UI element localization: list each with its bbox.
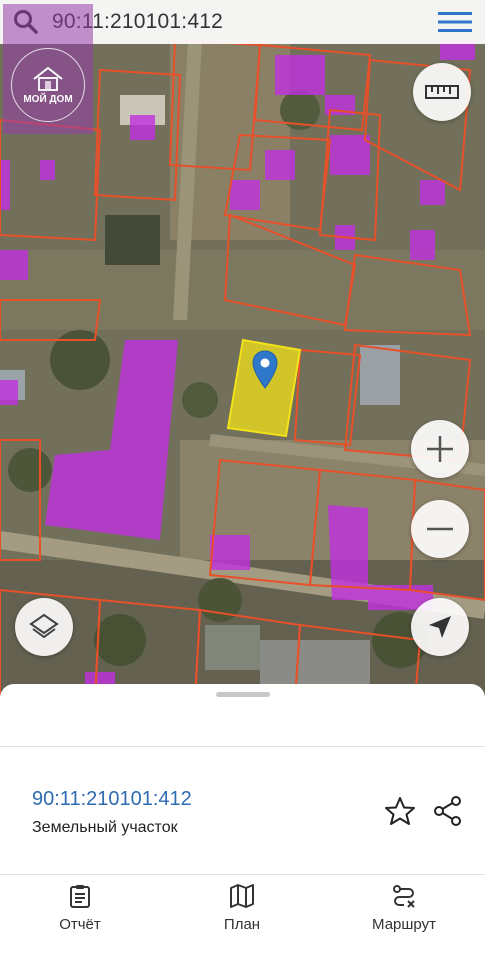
tabs-divider bbox=[0, 874, 485, 875]
cadastral-search-field[interactable]: 90:11:210101:412 bbox=[52, 10, 425, 34]
hamburger-menu-icon bbox=[438, 12, 472, 32]
share-icon[interactable] bbox=[432, 795, 464, 827]
sheet-divider bbox=[0, 746, 485, 747]
brand-logo: МОЙ ДОМ bbox=[3, 4, 93, 134]
navigation-arrow-icon bbox=[429, 616, 451, 638]
ruler-button[interactable] bbox=[413, 63, 471, 121]
zoom-in-button[interactable] bbox=[411, 420, 469, 478]
tab-route[interactable]: Маршрут bbox=[344, 884, 464, 933]
house-icon bbox=[33, 66, 63, 91]
plus-icon bbox=[427, 436, 453, 462]
logo-name: МОЙ ДОМ bbox=[23, 93, 73, 105]
clipboard-icon bbox=[70, 885, 90, 908]
tab-report[interactable]: Отчёт bbox=[20, 884, 140, 933]
ruler-icon bbox=[425, 85, 459, 99]
location-pin-icon[interactable] bbox=[252, 350, 278, 390]
object-type-label: Земельный участок bbox=[32, 819, 178, 836]
cadastral-number-link[interactable]: 90:11:210101:412 bbox=[32, 788, 192, 811]
minus-icon bbox=[427, 527, 453, 531]
map-icon bbox=[230, 884, 254, 908]
tab-report-label: Отчёт bbox=[59, 916, 101, 933]
logo-badge: МОЙ ДОМ bbox=[11, 48, 85, 122]
layers-icon bbox=[29, 613, 59, 639]
zoom-out-button[interactable] bbox=[411, 500, 469, 558]
bottom-sheet: 90:11:210101:412 Земельный участок Отчёт… bbox=[0, 684, 485, 960]
my-location-button[interactable] bbox=[411, 598, 469, 656]
tab-route-label: Маршрут bbox=[372, 916, 436, 933]
tab-plan[interactable]: План bbox=[182, 884, 302, 933]
route-icon bbox=[393, 885, 415, 908]
tab-plan-label: План bbox=[223, 916, 261, 933]
menu-button[interactable] bbox=[425, 0, 485, 44]
star-icon[interactable] bbox=[384, 796, 416, 826]
layers-button[interactable] bbox=[15, 598, 73, 656]
sheet-drag-handle[interactable] bbox=[216, 692, 270, 697]
